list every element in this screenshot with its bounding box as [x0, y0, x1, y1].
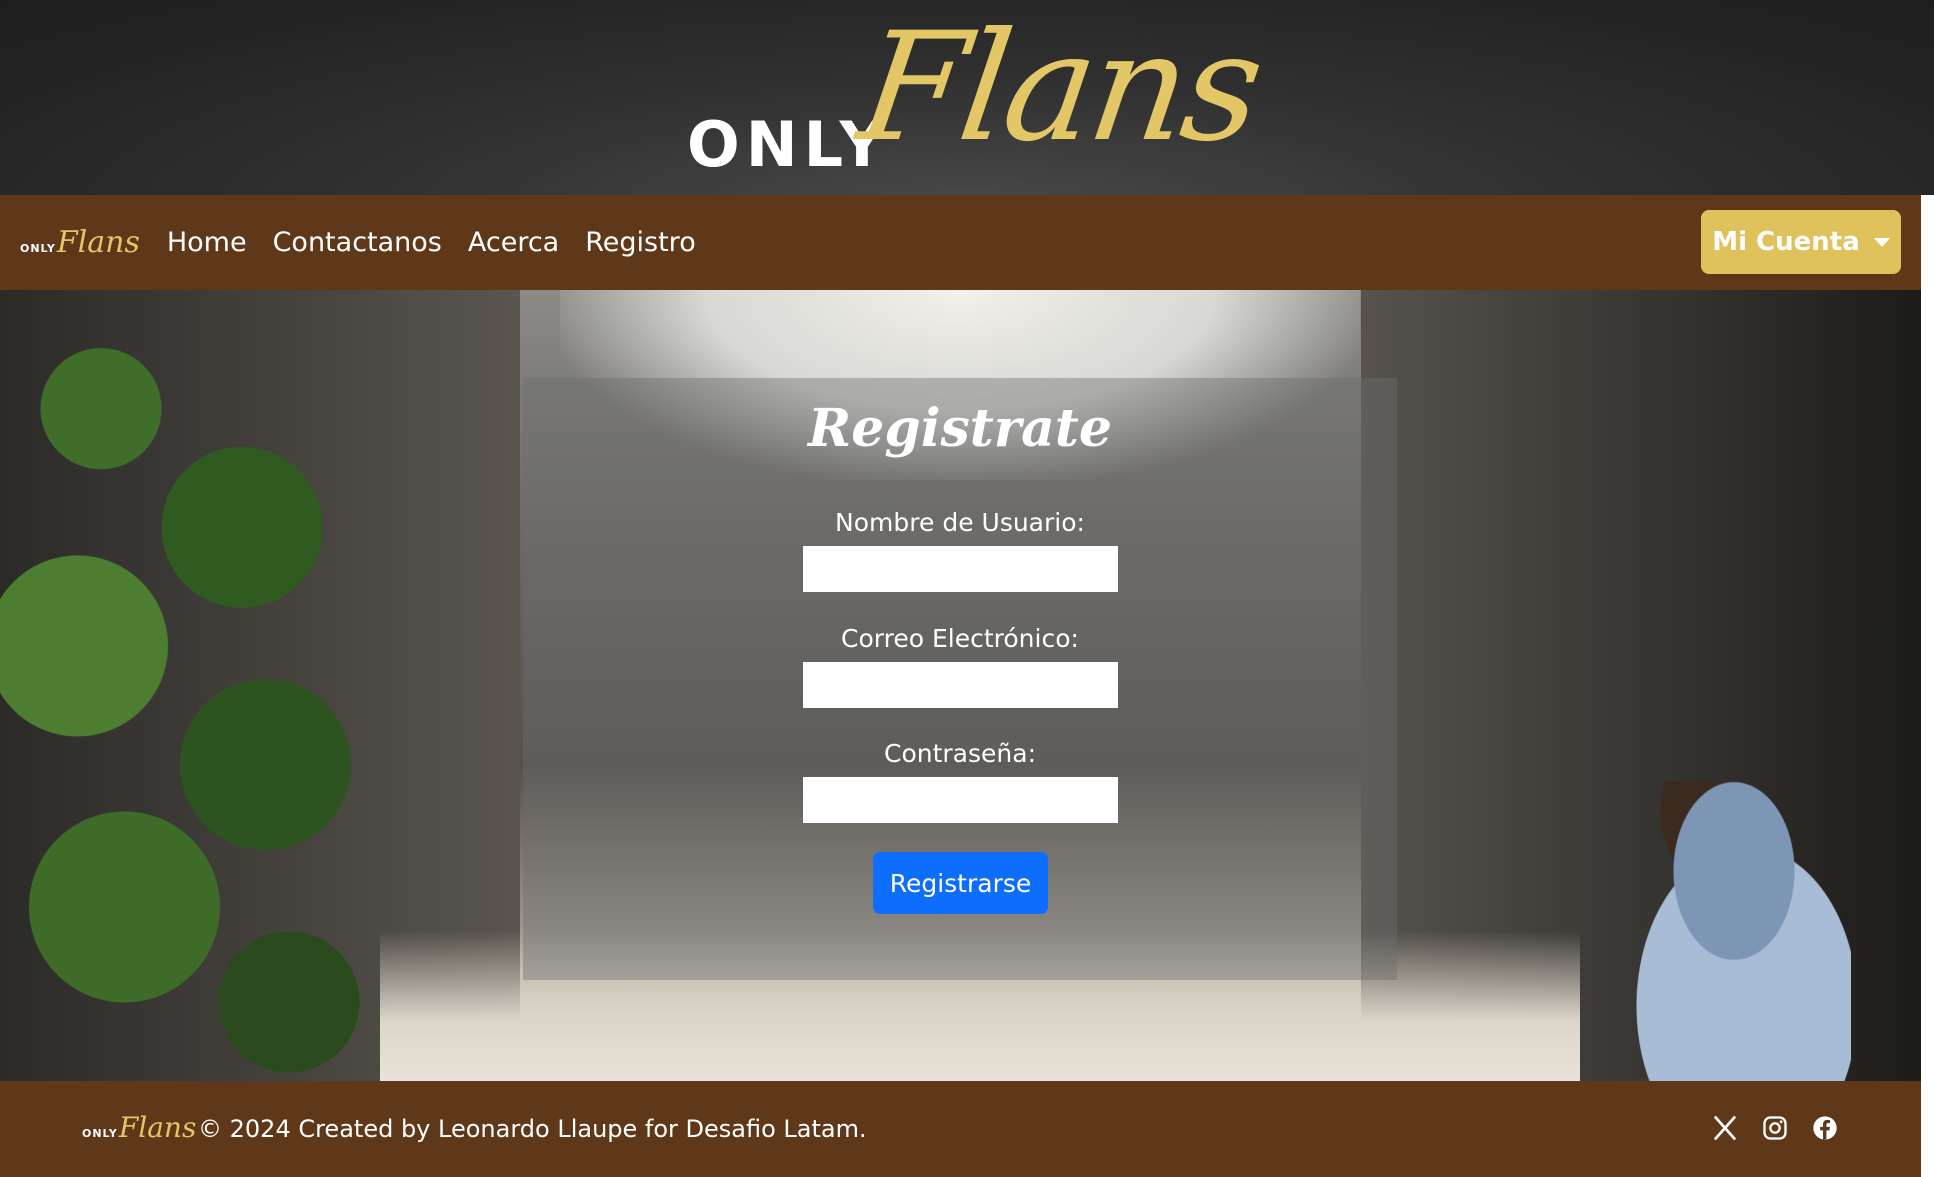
username-label: Nombre de Usuario: — [835, 508, 1085, 537]
footer-brand-word: Flans — [118, 1111, 197, 1144]
email-label: Correo Electrónico: — [841, 624, 1079, 653]
username-input[interactable] — [803, 546, 1118, 592]
account-button-label: Mi Cuenta — [1712, 227, 1860, 257]
caret-down-icon — [1873, 237, 1890, 247]
nav-link-acerca[interactable]: Acerca — [455, 227, 572, 258]
nav-link-contactanos[interactable]: Contactanos — [260, 227, 455, 258]
password-input[interactable] — [803, 777, 1118, 823]
person-decor — [1591, 781, 1851, 1081]
navbar-brand-word: Flans — [56, 225, 140, 260]
social-links — [1711, 1114, 1839, 1142]
hero-background: Registrate Nombre de Usuario: Correo Ele… — [0, 290, 1921, 1081]
nav-link-registro[interactable]: Registro — [572, 227, 708, 258]
facebook-icon[interactable] — [1811, 1114, 1839, 1142]
tree-decor — [0, 290, 430, 1081]
navbar: ONLY Flans Home Contactanos Acerca Regis… — [0, 195, 1921, 290]
footer: ONLY Flans © 2024 Created by Leonardo Ll… — [0, 1081, 1921, 1177]
instagram-icon[interactable] — [1761, 1114, 1789, 1142]
email-input[interactable] — [803, 662, 1118, 708]
navbar-brand-prefix: ONLY — [20, 242, 56, 255]
footer-brand: ONLY Flans — [82, 1111, 196, 1144]
nav-links: Home Contactanos Acerca Registro — [154, 227, 709, 258]
footer-brand-prefix: ONLY — [82, 1127, 118, 1140]
footer-copyright: © 2024 Created by Leonardo Llaupe for De… — [198, 1115, 867, 1143]
password-label: Contraseña: — [884, 739, 1036, 768]
account-dropdown-button[interactable]: Mi Cuenta — [1701, 210, 1901, 274]
site-logo[interactable]: ONLY Flans — [667, 0, 1270, 195]
navbar-brand[interactable]: ONLY Flans — [20, 225, 140, 260]
nav-link-home[interactable]: Home — [154, 227, 260, 258]
register-form: Registrate Nombre de Usuario: Correo Ele… — [523, 378, 1397, 980]
form-title: Registrate — [808, 398, 1112, 459]
logo-word: Flans — [849, 1, 1270, 175]
register-submit-button[interactable]: Registrarse — [873, 852, 1048, 914]
x-icon[interactable] — [1711, 1114, 1739, 1142]
header-banner: ONLY Flans — [0, 0, 1934, 195]
page-edge — [1921, 195, 1934, 1177]
